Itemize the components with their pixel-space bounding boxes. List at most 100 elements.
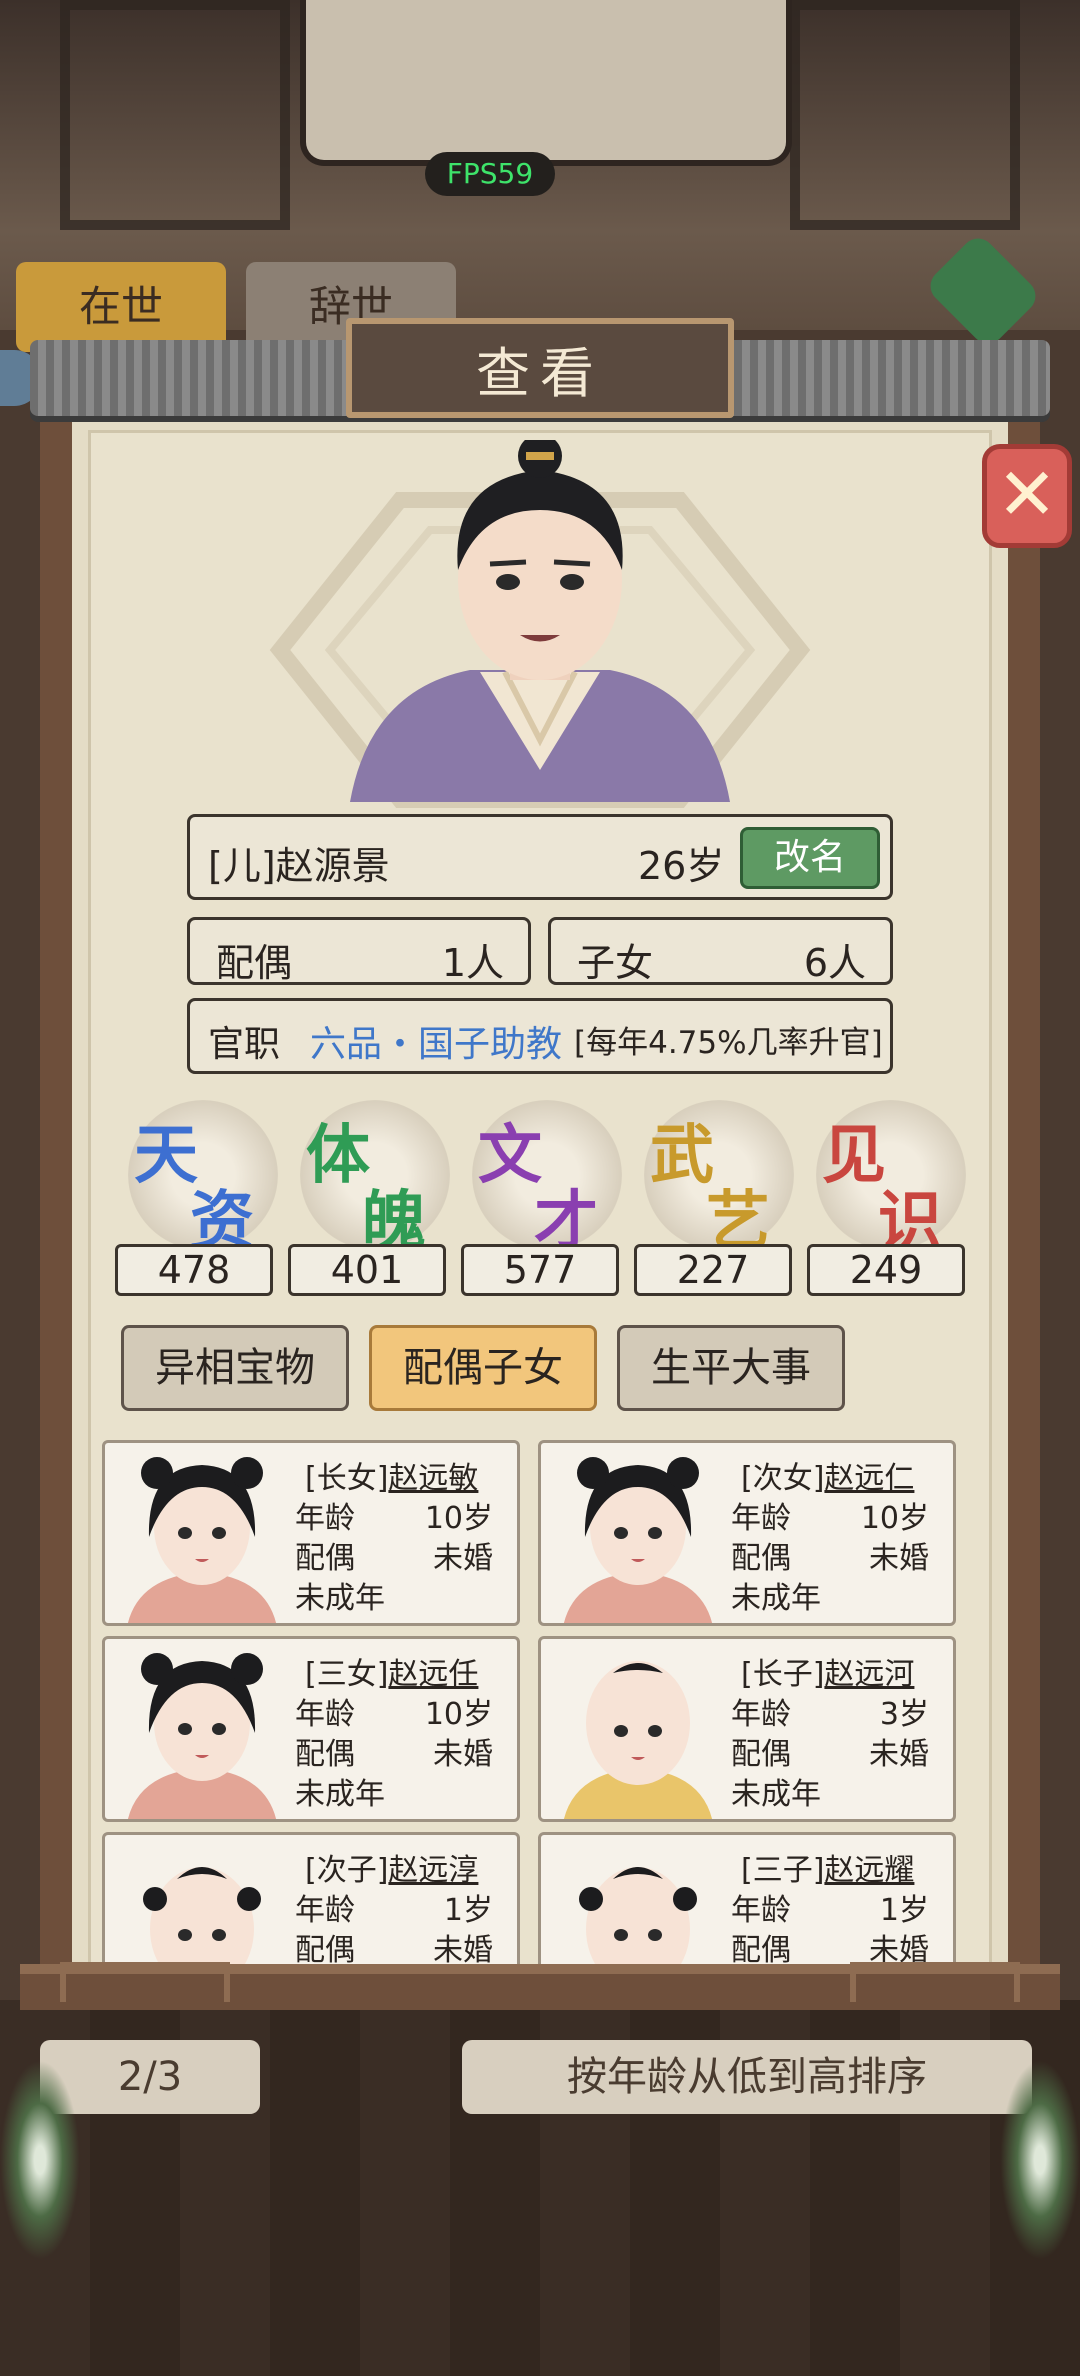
sort-button: 按年龄从低到高排序 [462,2040,1032,2114]
person-age: 26岁 [638,844,725,888]
lattice-window-right [790,0,1020,230]
flower-decoration-right [1000,2060,1080,2260]
spouse-label: 配偶 [295,1737,355,1772]
attribute-char-1: 文 [478,1118,542,1193]
close-button[interactable]: ✕ [982,444,1072,548]
child-relation: [三子] [741,1853,825,1888]
attribute-value: 227 [634,1244,792,1296]
child-title: [次女]赵远仁 [741,1453,914,1497]
tab-spouse-children[interactable]: 配偶子女 [369,1325,597,1411]
promotion-rate: [每年4.75%几率升官] [574,1025,883,1061]
child-card[interactable]: [长女]赵远敏 年龄 10岁 配偶 未婚 未成年 [102,1440,520,1626]
spouse-label: 配偶 [731,1933,791,1966]
person-name: [儿]赵源景 [208,844,390,888]
child-portrait [579,1867,697,1966]
attribute-value: 401 [288,1244,446,1296]
child-age: 10岁 [860,1501,929,1536]
attribute-char-1: 武 [650,1118,714,1193]
close-icon: ✕ [996,452,1058,536]
child-name[interactable]: 赵远仁 [824,1461,914,1496]
child-card[interactable]: [三女]赵远任 年龄 10岁 配偶 未婚 未成年 [102,1636,520,1822]
child-name[interactable]: 赵远河 [824,1657,914,1692]
fps-counter: FPS59 [425,152,555,196]
age-label: 年龄 [295,1697,355,1732]
character-portrait [350,440,730,802]
tab-life-events[interactable]: 生平大事 [617,1325,845,1411]
child-title: [长女]赵远敏 [305,1453,478,1497]
child-relation: [长女] [305,1461,389,1496]
attribute-char-1: 天 [134,1118,198,1193]
rename-button[interactable]: 改名 [740,827,880,889]
flower-decoration-left [0,2060,80,2260]
age-label: 年龄 [731,1893,791,1928]
spouse-label: 配偶 [295,1933,355,1966]
child-title: [次子]赵远淳 [305,1845,478,1889]
child-card[interactable]: [次子]赵远淳 年龄 1岁 配偶 未婚 [102,1832,520,1966]
child-age: 10岁 [424,1501,493,1536]
child-marital-status: 未婚 [869,1933,929,1966]
child-age: 3岁 [879,1697,929,1732]
child-portrait [143,1867,261,1966]
children-count: 6人 [803,941,866,985]
child-relation: [次女] [741,1461,825,1496]
attribute-char-1: 体 [306,1118,370,1193]
age-label: 年龄 [295,1893,355,1928]
age-label: 年龄 [295,1501,355,1536]
child-name[interactable]: 赵远敏 [388,1461,478,1496]
spouse-row: 配偶 1人 [187,917,531,985]
dialog-title: 查看 [476,341,604,405]
child-relation: [长子] [741,1657,825,1692]
child-name[interactable]: 赵远任 [388,1657,478,1692]
tab-alive: 在世 [16,262,226,352]
lattice-window-left [60,0,290,230]
rail-decoration-right [850,1962,1020,2002]
child-relation: [三女] [305,1657,389,1692]
age-label: 年龄 [731,1501,791,1536]
attribute-char-1: 见 [822,1118,886,1193]
name-row: [儿]赵源景 26岁 改名 [187,814,893,900]
office-label: 官职 [208,1024,281,1065]
spouse-label: 配偶 [216,941,293,985]
spouse-count: 1人 [441,941,504,985]
wall-painting [300,0,792,166]
child-age: 10岁 [424,1697,493,1732]
children-list[interactable]: [长女]赵远敏 年龄 10岁 配偶 未婚 未成年 [次女]赵远仁 年龄 10岁 … [100,1440,966,1966]
child-marital-status: 未婚 [869,1541,929,1576]
child-portrait [128,1653,276,1819]
child-status: 未成年 [295,1777,385,1812]
attribute-value: 478 [115,1244,273,1296]
office-row: 官职 六品・国子助教 [每年4.75%几率升官] [187,998,893,1074]
title-plaque: 查看 [346,318,734,418]
child-card[interactable]: [次女]赵远仁 年龄 10岁 配偶 未婚 未成年 [538,1440,956,1626]
child-status: 未成年 [731,1777,821,1812]
spouse-label: 配偶 [295,1541,355,1576]
children-label: 子女 [577,941,654,985]
child-status: 未成年 [731,1581,821,1616]
child-relation: [次子] [305,1853,389,1888]
age-label: 年龄 [731,1697,791,1732]
child-portrait [128,1457,276,1623]
child-marital-status: 未婚 [433,1541,493,1576]
child-card[interactable]: [长子]赵远河 年龄 3岁 配偶 未婚 未成年 [538,1636,956,1822]
child-marital-status: 未婚 [433,1737,493,1772]
child-age: 1岁 [879,1893,929,1928]
office-rank[interactable]: 六品・国子助教 [310,1015,562,1067]
child-title: [长子]赵远河 [741,1649,914,1693]
child-name[interactable]: 赵远淳 [388,1853,478,1888]
spouse-label: 配偶 [731,1737,791,1772]
child-card[interactable]: [三子]赵远耀 年龄 1岁 配偶 未婚 [538,1832,956,1966]
child-age: 1岁 [443,1893,493,1928]
tab-treasures[interactable]: 异相宝物 [121,1325,349,1411]
spouse-label: 配偶 [731,1541,791,1576]
attribute-value: 577 [461,1244,619,1296]
children-row: 子女 6人 [548,917,893,985]
child-portrait [564,1661,712,1819]
child-marital-status: 未婚 [433,1933,493,1966]
attribute-value: 249 [807,1244,965,1296]
child-title: [三子]赵远耀 [741,1845,914,1889]
child-name[interactable]: 赵远耀 [824,1853,914,1888]
child-title: [三女]赵远任 [305,1649,478,1693]
child-portrait [564,1457,712,1623]
child-marital-status: 未婚 [869,1737,929,1772]
child-status: 未成年 [295,1581,385,1616]
